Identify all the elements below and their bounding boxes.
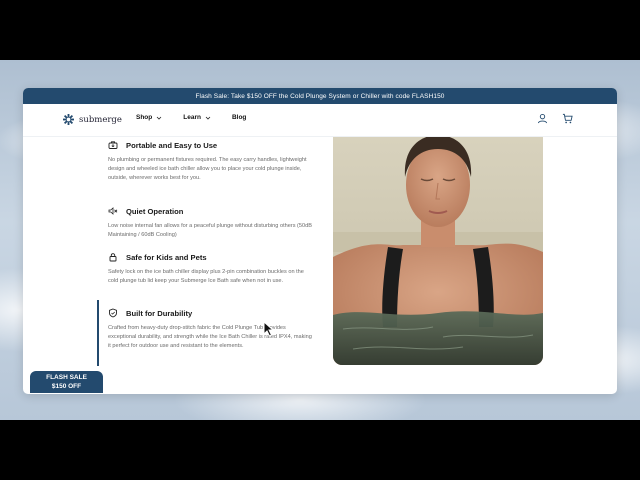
flash-sale-badge[interactable]: FLASH SALE $150 OFF — [30, 371, 103, 393]
brand-name: submerge — [79, 114, 122, 125]
mouse-cursor-icon — [263, 321, 274, 337]
feature-description: Crafted from heavy-duty drop-stitch fabr… — [108, 325, 312, 349]
feature-item-safe[interactable]: Safe for Kids and Pets Safety lock on th… — [108, 252, 313, 286]
briefcase-icon — [108, 141, 118, 149]
feature-title: Quiet Operation — [126, 206, 184, 216]
feature-item-quiet[interactable]: Quiet Operation Low noise internal fan a… — [108, 206, 313, 240]
feature-description: Safety lock on the ice bath chiller disp… — [108, 269, 304, 284]
main-nav: submerge Shop Learn Blog — [23, 104, 617, 137]
feature-description: No plumbing or permanent fixtures requir… — [108, 157, 307, 181]
flash-sale-label: FLASH SALE — [46, 374, 87, 381]
nav-item-learn[interactable]: Learn — [183, 114, 211, 121]
cart-icon[interactable] — [562, 113, 573, 124]
nav-item-shop[interactable]: Shop — [136, 114, 162, 121]
shield-icon — [109, 308, 117, 318]
product-lifestyle-image — [333, 137, 543, 365]
feature-title: Built for Durability — [126, 308, 193, 318]
chevron-down-icon — [205, 116, 211, 120]
nav-menu: Shop Learn Blog — [136, 114, 246, 121]
mute-icon — [108, 207, 118, 215]
flash-sale-amount: $150 OFF — [51, 382, 82, 390]
feature-description: Low noise internal fan allows for a peac… — [108, 223, 312, 238]
feature-item-portable[interactable]: Portable and Easy to Use No plumbing or … — [108, 140, 313, 183]
woman-in-ice-bath-image — [333, 137, 543, 365]
feature-item-durability[interactable]: Built for Durability Crafted from heavy-… — [108, 308, 313, 351]
promo-bar[interactable]: Flash Sale: Take $150 OFF the Cold Plung… — [23, 88, 617, 104]
account-icon[interactable] — [537, 113, 548, 124]
nav-actions — [537, 113, 573, 124]
lock-icon — [109, 253, 117, 262]
brand-logo[interactable]: submerge — [63, 114, 122, 125]
active-feature-indicator — [97, 300, 99, 366]
chevron-down-icon — [156, 116, 162, 120]
feature-title: Safe for Kids and Pets — [126, 252, 207, 262]
promo-text: Flash Sale: Take $150 OFF the Cold Plung… — [195, 92, 445, 100]
feature-section: Portable and Easy to Use No plumbing or … — [23, 137, 617, 394]
feature-title: Portable and Easy to Use — [126, 140, 218, 150]
browser-window: Flash Sale: Take $150 OFF the Cold Plung… — [23, 88, 617, 394]
nav-item-blog[interactable]: Blog — [232, 114, 246, 121]
snowflake-logo-icon — [63, 114, 74, 125]
